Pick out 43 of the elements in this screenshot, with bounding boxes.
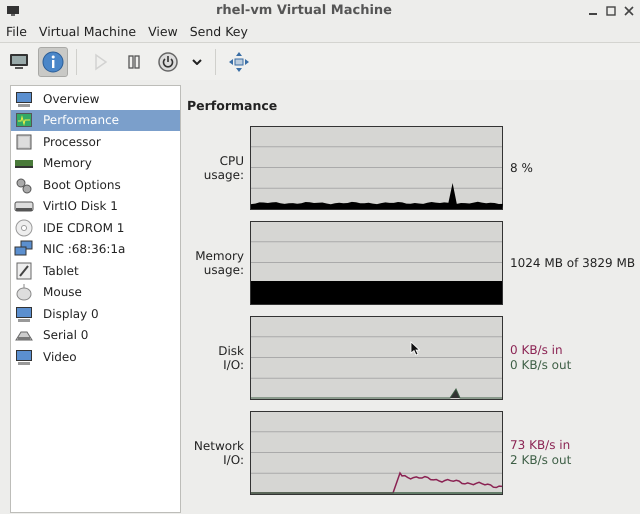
sidebar-item[interactable]: Memory [11,152,180,174]
close-icon[interactable] [624,6,634,16]
power-icon [157,50,179,72]
graph-reading: 1024 MB of 3829 MB [510,256,636,271]
monitor-icon [13,90,35,108]
network-icon [13,240,35,258]
sidebar-item[interactable]: VirtIO Disk 1 [11,196,180,217]
monitor-icon [13,348,35,366]
sidebar-item[interactable]: NIC :68:36:1a [11,238,180,260]
menu-item[interactable]: Virtual Machine [32,22,142,42]
sidebar-item[interactable]: Mouse [11,282,180,303]
sidebar-item[interactable]: Serial 0 [11,324,180,346]
sidebar-item[interactable]: IDE CDROM 1 [11,217,180,238]
graph-reading: 73 KB/s in [510,438,572,454]
graph-reading: 2 KB/s out [510,453,572,468]
menu-item[interactable]: View [142,22,184,42]
graph-label: Disk I/O: [217,344,244,373]
sidebar-item[interactable]: Processor [11,131,180,152]
graph-reading: 0 KB/s out [510,358,572,374]
chart-icon [13,111,35,130]
graph-label: CPU usage: [202,154,244,183]
monitor-icon [13,304,35,323]
app-icon [6,5,20,17]
disc-icon [13,218,35,237]
info-icon [42,50,64,72]
graph-label: Memory usage: [194,248,244,278]
sidebar-item[interactable]: Display 0 [11,303,180,324]
caret-icon [192,58,202,64]
window-title: rhel-vm Virtual Machine [214,2,393,20]
fullscreen-icon [228,50,250,72]
section-heading: Performance [187,97,278,115]
sidebar-item[interactable]: Tablet [11,260,180,282]
mouse-pointer-icon [410,341,420,356]
maximize-icon[interactable] [606,6,616,16]
sidebar-item[interactable]: Overview [11,88,180,110]
graph-label: Network I/O: [192,438,244,468]
sidebar-item[interactable]: Video [11,346,180,368]
menu-item[interactable]: Send Key [184,22,254,42]
info-button[interactable] [38,46,68,76]
menu-item[interactable]: File [0,22,33,42]
graph-reading: 8 % [510,160,533,176]
graph-reading: 0 KB/s in [510,343,564,358]
sidebar-item[interactable]: Boot Options [11,174,180,196]
